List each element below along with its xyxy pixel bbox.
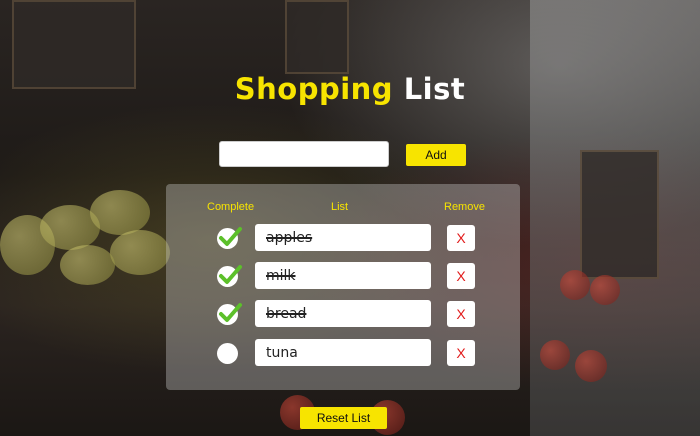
column-header-list: List	[331, 201, 349, 213]
item-label: milk	[266, 267, 296, 284]
complete-toggle[interactable]	[217, 227, 242, 249]
list-item: milk X	[0, 261, 700, 289]
list-item: bread X	[0, 299, 700, 327]
item-label: apples	[266, 229, 313, 246]
list-item: tuna X	[0, 338, 700, 366]
remove-button[interactable]: X	[447, 263, 475, 289]
background-sign	[285, 0, 349, 74]
title-word-list: List	[403, 72, 466, 106]
column-header-complete: Complete	[207, 201, 255, 213]
complete-toggle[interactable]	[217, 303, 242, 325]
remove-button[interactable]: X	[447, 301, 475, 327]
item-text-box[interactable]: milk	[255, 262, 431, 289]
background-easel-sign	[580, 150, 659, 279]
complete-toggle[interactable]	[217, 265, 242, 287]
page-title: Shopping List	[0, 72, 700, 106]
checkmark-icon	[219, 265, 242, 284]
new-item-input[interactable]	[219, 141, 389, 167]
item-label: tuna	[266, 344, 298, 361]
complete-toggle[interactable]	[217, 343, 238, 364]
title-word-shopping: Shopping	[234, 72, 394, 106]
reset-list-button[interactable]: Reset List	[300, 407, 387, 429]
remove-button[interactable]: X	[447, 225, 475, 251]
checkmark-icon	[219, 303, 242, 322]
page: Shopping List Add Complete List Remove a…	[0, 0, 700, 436]
column-header-remove: Remove	[444, 201, 485, 213]
remove-button[interactable]: X	[447, 340, 475, 366]
item-label: bread	[266, 305, 307, 322]
item-text-box[interactable]: tuna	[255, 339, 431, 366]
add-button[interactable]: Add	[406, 144, 466, 166]
item-text-box[interactable]: bread	[255, 300, 431, 327]
checkmark-icon	[219, 227, 242, 246]
item-text-box[interactable]: apples	[255, 224, 431, 251]
list-item: apples X	[0, 223, 700, 251]
